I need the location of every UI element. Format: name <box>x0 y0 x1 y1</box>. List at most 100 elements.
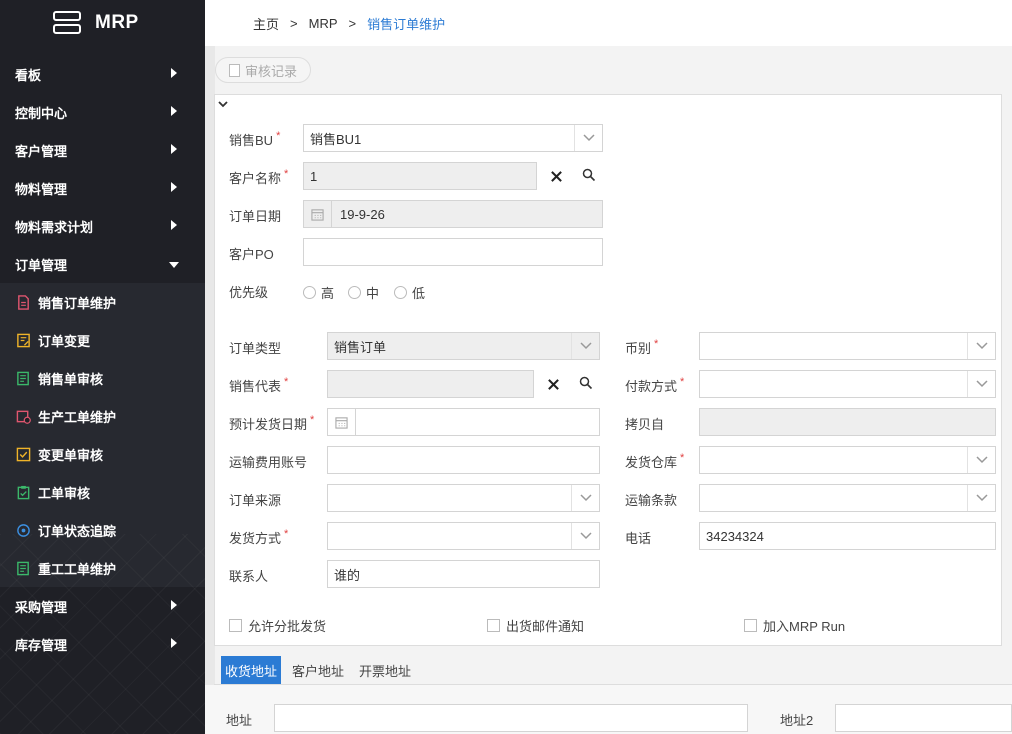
logo[interactable]: MRP <box>0 0 205 45</box>
contact-field[interactable]: 谁的 <box>327 560 600 588</box>
logo-text: MRP <box>95 11 139 33</box>
search-icon[interactable] <box>578 375 594 391</box>
sales-rep-field[interactable] <box>327 370 534 398</box>
required-mark: * <box>284 528 289 540</box>
menu-label: 控制中心 <box>15 105 68 121</box>
phone-label: 电话 <box>625 531 652 546</box>
required-mark: * <box>680 376 685 388</box>
customer-po-field[interactable] <box>303 238 603 266</box>
menu-label: 物料管理 <box>15 181 68 197</box>
sidebar-item-sales-order[interactable]: 销售订单维护 <box>0 283 205 321</box>
sidebar-item-materials[interactable]: 物料管理 <box>0 169 205 207</box>
sub-item-label: 订单变更 <box>38 333 91 349</box>
chevron-down-icon[interactable] <box>571 333 599 359</box>
chevron-down-icon[interactable] <box>571 523 599 549</box>
priority-high-radio[interactable]: 高 <box>303 283 334 302</box>
target-icon <box>16 523 31 538</box>
audit-log-label: 审核记录 <box>244 63 297 79</box>
chevron-down-icon[interactable] <box>574 125 602 151</box>
sub-item-label: 销售订单维护 <box>38 295 117 311</box>
order-type-select[interactable]: 销售订单 <box>327 332 600 360</box>
clipboard-check-icon <box>16 485 31 500</box>
sidebar-item-order-change[interactable]: 订单变更 <box>0 321 205 359</box>
document-icon <box>16 294 31 310</box>
main-content: 主页 > MRP > 销售订单维护 审核记录 销售BU * 销售BU1 客户名称 *… <box>205 0 1012 734</box>
tab-shipping-address[interactable]: 收货地址 <box>221 656 282 684</box>
chevron-right-icon <box>171 144 177 154</box>
ship-date-field[interactable] <box>327 408 600 436</box>
server-icon <box>53 10 81 35</box>
select-value: 销售订单 <box>334 339 387 355</box>
breadcrumb-home[interactable]: 主页 <box>253 14 279 33</box>
sidebar-item-order-tracking[interactable]: 订单状态追踪 <box>0 511 205 549</box>
warehouse-select[interactable] <box>699 446 996 474</box>
sales-bu-select[interactable]: 销售BU1 <box>303 124 603 152</box>
required-mark: * <box>310 414 315 426</box>
tab-billing-address[interactable]: 开票地址 <box>355 656 415 684</box>
search-icon[interactable] <box>581 167 597 183</box>
priority-low-radio[interactable]: 低 <box>394 283 425 302</box>
sidebar-item-sales-audit[interactable]: 销售单审核 <box>0 359 205 397</box>
chevron-down-icon[interactable] <box>967 371 995 397</box>
address-panel: 地址 地址2 <box>205 685 1012 734</box>
allow-partial-shipment-checkbox[interactable]: 允许分批发货 <box>229 616 326 635</box>
sidebar-item-rework-order[interactable]: 重工工单维护 <box>0 549 205 587</box>
order-date-field[interactable]: 19-9-26 <box>303 200 603 228</box>
phone-field[interactable]: 34234324 <box>699 522 996 550</box>
field-value: 34234324 <box>706 528 764 544</box>
sidebar-item-customers[interactable]: 客户管理 <box>0 131 205 169</box>
sidebar-item-work-order[interactable]: 生产工单维护 <box>0 397 205 435</box>
payment-label: 付款方式 * <box>625 376 684 395</box>
address-tabs: 收货地址 客户地址 开票地址 <box>221 656 422 684</box>
sidebar-item-work-audit[interactable]: 工单审核 <box>0 473 205 511</box>
payment-select[interactable] <box>699 370 996 398</box>
ship-method-select[interactable] <box>327 522 600 550</box>
calendar-icon[interactable] <box>328 409 356 435</box>
copy-from-field[interactable] <box>699 408 996 436</box>
address1-field[interactable] <box>274 704 748 732</box>
customer-name-field[interactable]: 1 <box>303 162 537 190</box>
freight-account-field[interactable] <box>327 446 600 474</box>
menu-label: 订单管理 <box>15 257 68 273</box>
sidebar-item-mrp-plan[interactable]: 物料需求计划 <box>0 207 205 245</box>
checkbox-icon <box>16 447 31 462</box>
sidebar-item-control-center[interactable]: 控制中心 <box>0 93 205 131</box>
sub-item-label: 变更单审核 <box>38 447 104 463</box>
audit-log-button[interactable]: 审核记录 <box>215 57 311 83</box>
chevron-down-icon[interactable] <box>967 447 995 473</box>
breadcrumb-mrp[interactable]: MRP <box>309 16 338 31</box>
shipping-terms-select[interactable] <box>699 484 996 512</box>
tab-customer-address[interactable]: 客户地址 <box>288 656 348 684</box>
chevron-down-icon[interactable] <box>218 99 228 109</box>
list-document-icon <box>16 371 31 386</box>
clear-icon[interactable] <box>548 168 564 184</box>
priority-medium-radio[interactable]: 中 <box>348 283 379 302</box>
chevron-down-icon[interactable] <box>967 485 995 511</box>
shipment-email-checkbox[interactable]: 出货邮件通知 <box>487 616 584 635</box>
chevron-down-icon[interactable] <box>967 333 995 359</box>
label-text: 发货仓库 <box>625 455 678 470</box>
label-text: 销售代表 <box>229 379 282 394</box>
freight-account-label: 运输费用账号 <box>229 455 308 470</box>
calendar-icon[interactable] <box>304 201 332 227</box>
chevron-right-icon <box>171 600 177 610</box>
currency-select[interactable] <box>699 332 996 360</box>
chevron-right-icon <box>171 182 177 192</box>
label-text: 币别 <box>625 341 652 356</box>
menu-label: 客户管理 <box>15 143 68 159</box>
radio-label: 中 <box>366 286 380 301</box>
sidebar-item-purchasing[interactable]: 采购管理 <box>0 587 205 625</box>
sidebar-item-change-audit[interactable]: 变更单审核 <box>0 435 205 473</box>
sidebar-item-dashboard[interactable]: 看板 <box>0 55 205 93</box>
sidebar-item-orders[interactable]: 订单管理 <box>0 245 205 283</box>
sales-bu-label: 销售BU * <box>229 130 280 149</box>
order-source-select[interactable] <box>327 484 600 512</box>
sidebar-item-inventory[interactable]: 库存管理 <box>0 625 205 663</box>
ship-date-label: 预计发货日期 * <box>229 414 314 433</box>
checkbox-label: 加入MRP Run <box>763 619 846 634</box>
warehouse-label: 发货仓库 * <box>625 452 684 471</box>
chevron-down-icon[interactable] <box>571 485 599 511</box>
address2-field[interactable] <box>835 704 1012 732</box>
add-mrp-run-checkbox[interactable]: 加入MRP Run <box>744 616 845 635</box>
clear-icon[interactable] <box>545 376 561 392</box>
